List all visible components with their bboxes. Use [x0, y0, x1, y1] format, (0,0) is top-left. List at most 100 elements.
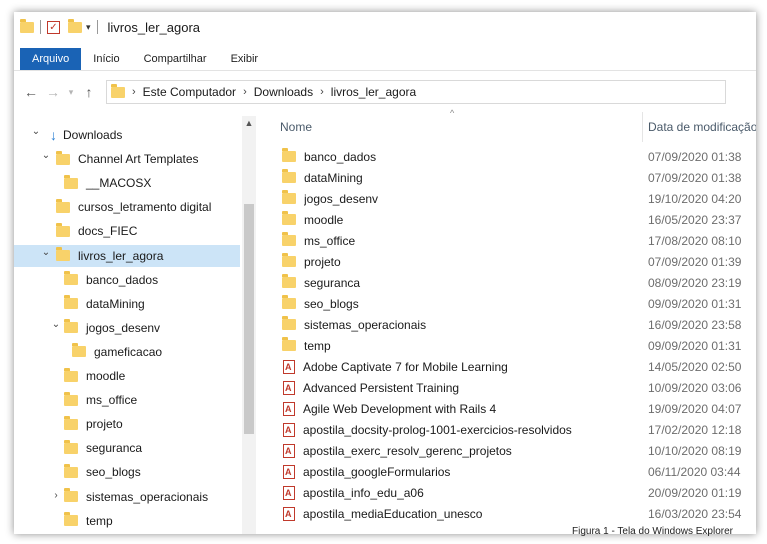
file-row[interactable]: ms_office 17/08/2020 08:10	[278, 230, 756, 251]
breadcrumb-livros-ler-agora[interactable]: livros_ler_agora	[331, 85, 416, 99]
file-row[interactable]: seguranca 08/09/2020 23:19	[278, 272, 756, 293]
figure-caption: Figura 1 - Tela do Windows Explorer	[572, 526, 733, 537]
folder-icon	[64, 415, 78, 430]
chevron-down-icon[interactable]: ⌄	[30, 126, 42, 137]
nav-item[interactable]: ⌄ ↓ Downloads	[14, 124, 240, 146]
file-date: 08/09/2020 23:19	[648, 275, 742, 290]
chevron-right-icon[interactable]: ›	[50, 490, 62, 501]
nav-item[interactable]: seguranca	[14, 437, 240, 459]
file-row[interactable]: apostila_mediaEducation_unesco 16/03/2020…	[278, 503, 756, 524]
nav-item-label: gameficacao	[94, 344, 163, 359]
folder-icon	[64, 488, 78, 502]
file-date: 07/09/2020 01:38	[648, 149, 742, 164]
nav-item[interactable]: cursos_letramento digital	[14, 196, 240, 218]
pdf-icon	[283, 443, 295, 458]
tab-compartilhar[interactable]: Compartilhar	[132, 48, 219, 70]
back-icon[interactable]: ←	[20, 84, 42, 100]
column-divider[interactable]	[642, 112, 643, 142]
nav-scrollbar[interactable]: ▲	[242, 116, 256, 534]
nav-item[interactable]: ⌄ livros_ler_agora	[14, 244, 240, 267]
nav-item[interactable]: › sistemas_operacionais	[14, 486, 240, 508]
folder-icon	[64, 391, 78, 406]
file-row[interactable]: projeto 07/09/2020 01:39	[278, 251, 756, 272]
file-date: 06/11/2020 03:44	[648, 464, 741, 479]
nav-item[interactable]: projeto	[14, 413, 240, 435]
scroll-thumb[interactable]	[244, 204, 254, 434]
file-row[interactable]: temp 09/09/2020 01:31	[278, 335, 756, 356]
nav-item[interactable]: ms_office	[14, 389, 240, 411]
nav-item-label: moodle	[86, 369, 126, 383]
nav-item-label: livros_ler_agora	[78, 248, 164, 263]
file-row[interactable]: Advanced Persistent Training 10/09/2020 0…	[278, 377, 756, 398]
chevron-right-icon[interactable]: ›	[132, 86, 136, 98]
nav-item-label: sistemas_operacionais	[86, 489, 209, 504]
column-header-date[interactable]: Data de modificação	[648, 120, 756, 134]
file-date: 14/05/2020 02:50	[648, 359, 742, 374]
up-icon[interactable]: ↑	[78, 84, 100, 100]
file-row[interactable]: apostila_info_edu_a06 20/09/2020 01:19	[278, 482, 756, 503]
file-name: Agile Web Development with Rails 4	[303, 401, 497, 416]
breadcrumb-downloads[interactable]: Downloads	[254, 85, 313, 99]
file-row[interactable]: moodle 16/05/2020 23:37	[278, 209, 756, 230]
file-row[interactable]: jogos_desenv 19/10/2020 04:20	[278, 188, 756, 209]
file-row[interactable]: banco_dados 07/09/2020 01:38	[278, 146, 756, 167]
chevron-right-icon[interactable]: ›	[243, 86, 247, 98]
forward-icon[interactable]: →	[42, 84, 64, 100]
file-name: Adobe Captivate 7 for Mobile Learning	[303, 359, 508, 374]
folder-icon	[282, 232, 296, 246]
nav-item[interactable]: temp	[14, 510, 240, 532]
nav-item[interactable]: ⌄ Channel Art Templates	[14, 148, 240, 170]
folder-icon	[282, 295, 296, 309]
file-row[interactable]: apostila_exerc_resolv_gerenc_projetos 10/…	[278, 440, 756, 461]
chevron-down-icon[interactable]: ⌄	[50, 319, 62, 330]
file-row[interactable]: sistemas_operacionais 16/09/2020 23:58	[278, 314, 756, 335]
folder-icon	[20, 18, 34, 33]
pdf-icon	[283, 506, 295, 521]
folder-icon	[56, 150, 70, 165]
file-name: Advanced Persistent Training	[303, 380, 460, 395]
nav-item[interactable]: dataMining	[14, 293, 240, 315]
nav-item[interactable]: __MACOSX	[14, 172, 240, 194]
chevron-down-icon[interactable]: ⌄	[40, 150, 52, 161]
pdf-icon	[283, 401, 295, 416]
scroll-up-icon[interactable]: ▲	[242, 118, 256, 128]
file-row[interactable]: apostila_docsity-prolog-1001-exercicios-…	[278, 419, 756, 440]
file-row[interactable]: Agile Web Development with Rails 4 19/09/…	[278, 398, 756, 419]
file-name: ms_office	[304, 233, 356, 248]
file-row[interactable]: apostila_googleFormularios 06/11/2020 03:…	[278, 461, 756, 482]
file-row[interactable]: Adobe Captivate 7 for Mobile Learning 14/…	[278, 356, 756, 377]
nav-item[interactable]: moodle	[14, 365, 240, 387]
quick-access-dropdown-icon[interactable]: ▾	[86, 22, 91, 33]
nav-item[interactable]: seo_blogs	[14, 461, 240, 483]
chevron-down-icon[interactable]: ⌄	[40, 247, 52, 258]
file-row[interactable]: dataMining 07/09/2020 01:38	[278, 167, 756, 188]
nav-item[interactable]: docs_FIEC	[14, 220, 240, 242]
pdf-icon	[283, 422, 295, 437]
recent-locations-icon[interactable]: ▾	[64, 87, 78, 98]
nav-item-label: cursos_letramento digital	[78, 200, 212, 215]
chevron-right-icon[interactable]: ›	[320, 86, 324, 98]
nav-item-label: banco_dados	[86, 272, 159, 287]
address-bar[interactable]: › Este Computador › Downloads › livros_l…	[106, 80, 726, 104]
file-name: temp	[304, 338, 331, 353]
nav-item[interactable]: banco_dados	[14, 269, 240, 291]
properties-icon[interactable]: ✓	[47, 20, 60, 34]
tab-inicio[interactable]: Início	[81, 48, 131, 70]
folder-icon	[64, 174, 78, 189]
tab-arquivo[interactable]: Arquivo	[20, 48, 82, 70]
nav-item-label: docs_FIEC	[78, 224, 138, 239]
title-bar: ✓ ▾ livros_ler_agora	[14, 12, 756, 42]
nav-item[interactable]: gameficacao	[14, 341, 240, 363]
folder-icon	[282, 190, 296, 204]
nav-item-label: temp	[86, 513, 113, 528]
address-row: ← → ▾ ↑ › Este Computador › Downloads › …	[14, 78, 756, 106]
file-name: apostila_googleFormularios	[303, 464, 451, 479]
breadcrumb-este-computador[interactable]: Este Computador	[143, 85, 236, 99]
new-folder-icon[interactable]	[68, 18, 82, 33]
file-row[interactable]: seo_blogs 09/09/2020 01:31	[278, 293, 756, 314]
column-header-name[interactable]: Nome	[280, 120, 312, 134]
file-date: 19/09/2020 04:07	[648, 401, 742, 416]
tab-exibir[interactable]: Exibir	[219, 48, 271, 70]
folder-icon	[64, 271, 78, 286]
nav-item[interactable]: ⌄ jogos_desenv	[14, 317, 240, 339]
